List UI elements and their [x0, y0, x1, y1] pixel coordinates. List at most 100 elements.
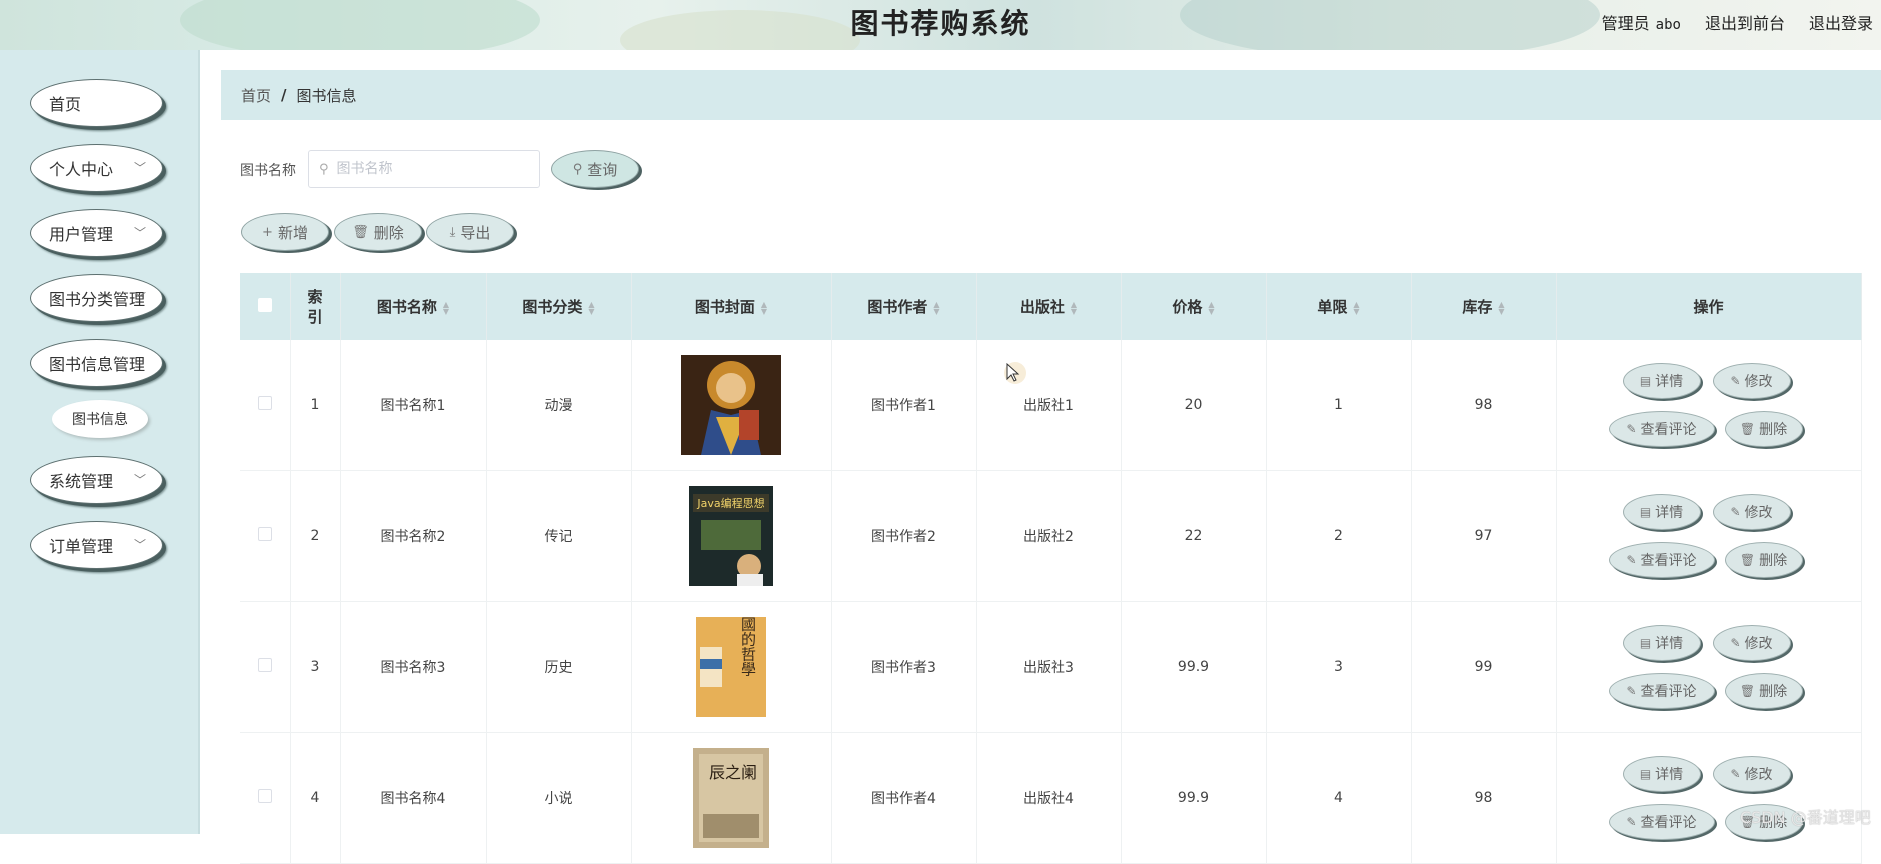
table-row: 4 图书名称4 小说 辰之阑 图书作者4 出版社4 99.9 4 98 ▤ 详情 … [240, 732, 1862, 864]
breadcrumb-home[interactable]: 首页 [241, 85, 271, 106]
edit-button-label: 修改 [1744, 636, 1773, 652]
view-comments-button[interactable]: ✎ 查看评论 [1608, 411, 1715, 447]
column-header-stock[interactable]: 库存 ▲ ▼ [1411, 273, 1557, 340]
row-checkbox[interactable] [257, 527, 272, 541]
row-select-cell[interactable] [240, 340, 291, 471]
sort-icon[interactable]: ▲ ▼ [443, 300, 449, 315]
cell-actions: ▤ 详情 ✎ 修改 ✎ 查看评论 🗑 删除 [1556, 340, 1862, 471]
book-cover-image[interactable] [681, 355, 781, 455]
column-header-cover[interactable]: 图书封面 ▲ ▼ [631, 273, 832, 340]
edit-button[interactable]: ✎ 修改 [1712, 756, 1791, 792]
sidebar: 首页 个人中心 ﹀ 用户管理 ﹀ 图书分类管理 ﹀ 图书信息管理 图书信息 系统管理 ﹀… [0, 50, 200, 834]
row-delete-button[interactable]: 🗑 删除 [1724, 673, 1803, 709]
sidebar-item-book-info[interactable]: 图书信息管理 [30, 339, 163, 387]
sort-icon[interactable]: ▲ ▼ [1208, 300, 1214, 315]
cell-index: 2 [290, 470, 341, 602]
row-checkbox[interactable] [257, 396, 272, 410]
sidebar-item-home[interactable]: 首页 [30, 79, 163, 127]
cell-name: 图书名称4 [340, 732, 487, 864]
detail-button-label: 详情 [1655, 374, 1684, 390]
detail-button[interactable]: ▤ 详情 [1622, 494, 1701, 530]
row-checkbox[interactable] [257, 789, 272, 803]
search-button[interactable]: ⚲ 查询 [551, 150, 639, 188]
delete-button[interactable]: 🗑 删除 [334, 213, 422, 251]
row-select-cell[interactable] [240, 732, 291, 864]
sidebar-item-label: 订单管理 [49, 537, 114, 556]
download-icon: ⤓ [449, 224, 456, 240]
cell-cover: Java编程思想 [631, 470, 832, 602]
search-icon: ⚲ [319, 161, 329, 177]
book-cover-image[interactable]: 中國的哲學 [696, 617, 766, 717]
back-to-frontend-link[interactable]: 退出到前台 [1705, 10, 1785, 34]
row-select-cell[interactable] [240, 470, 291, 602]
view-comments-button[interactable]: ✎ 查看评论 [1608, 804, 1715, 840]
add-button[interactable]: + 新增 [241, 213, 329, 251]
column-header-category[interactable]: 图书分类 ▲ ▼ [486, 273, 632, 340]
sidebar-item-label: 图书信息管理 [49, 355, 146, 374]
detail-button[interactable]: ▤ 详情 [1622, 363, 1701, 399]
sort-icon[interactable]: ▲ ▼ [1071, 300, 1077, 315]
view-comments-button[interactable]: ✎ 查看评论 [1608, 542, 1715, 578]
cover-title: 中國的哲學 [739, 617, 757, 677]
sidebar-item-orders[interactable]: 订单管理 ﹀ [30, 521, 163, 569]
cell-index: 4 [290, 732, 341, 864]
mouse-cursor [1004, 362, 1026, 384]
cell-actions: ▤ 详情 ✎ 修改 ✎ 查看评论 🗑 删除 [1556, 470, 1862, 602]
column-header-name[interactable]: 图书名称 ▲ ▼ [340, 273, 487, 340]
column-header-publisher[interactable]: 出版社 ▲ ▼ [976, 273, 1122, 340]
view-comments-button-label: 查看评论 [1640, 815, 1697, 831]
chevron-down-icon: ﹀ [133, 291, 146, 305]
sidebar-item-user-management[interactable]: 用户管理 ﹀ [30, 209, 163, 257]
export-button[interactable]: ⤓ 导出 [426, 213, 514, 251]
cell-stock: 97 [1411, 470, 1557, 602]
add-button-label: 新增 [277, 223, 308, 242]
sidebar-item-book-category[interactable]: 图书分类管理 ﹀ [30, 274, 163, 322]
row-checkbox[interactable] [257, 658, 272, 672]
document-icon: ▤ [1639, 767, 1652, 781]
detail-button[interactable]: ▤ 详情 [1622, 625, 1701, 661]
sidebar-subitem-label: 图书信息 [72, 412, 128, 428]
book-cover-image[interactable]: Java编程思想 [689, 486, 773, 586]
search-input[interactable] [334, 160, 519, 178]
row-delete-button[interactable]: 🗑 删除 [1724, 542, 1803, 578]
sort-icon[interactable]: ▲ ▼ [1353, 300, 1359, 315]
sort-icon[interactable]: ▲ ▼ [588, 300, 594, 315]
detail-button[interactable]: ▤ 详情 [1622, 756, 1701, 792]
column-header-price[interactable]: 价格 ▲ ▼ [1121, 273, 1267, 340]
sort-icon[interactable]: ▲ ▼ [1498, 300, 1504, 315]
sidebar-item-system[interactable]: 系统管理 ﹀ [30, 456, 163, 504]
select-all-checkbox[interactable] [257, 297, 272, 312]
cell-limit: 3 [1266, 601, 1412, 733]
edit-button[interactable]: ✎ 修改 [1712, 625, 1791, 661]
pencil-icon: ✎ [1626, 684, 1637, 698]
table-row: 1 图书名称1 动漫 图书作者1 出版社1 20 1 98 ▤ 详情 ✎ 修改 … [240, 340, 1862, 471]
column-header-label: 索引 [307, 287, 323, 326]
sort-icon[interactable]: ▲ ▼ [761, 300, 767, 315]
edit-button[interactable]: ✎ 修改 [1712, 494, 1791, 530]
view-comments-button[interactable]: ✎ 查看评论 [1608, 673, 1715, 709]
header-user-menu: 管理员 abo 退出到前台 退出登录 [1602, 10, 1873, 34]
sort-icon[interactable]: ▲ ▼ [933, 300, 939, 315]
cell-author: 图书作者2 [831, 470, 977, 602]
row-delete-button[interactable]: 🗑 删除 [1724, 411, 1803, 447]
book-cover-image[interactable]: 辰之阑 [693, 748, 769, 848]
detail-button-label: 详情 [1655, 505, 1684, 521]
cell-index: 3 [290, 601, 341, 733]
column-header-author[interactable]: 图书作者 ▲ ▼ [831, 273, 977, 340]
select-all-cell[interactable] [240, 273, 291, 340]
edit-button[interactable]: ✎ 修改 [1712, 363, 1791, 399]
sidebar-item-personal-center[interactable]: 个人中心 ﹀ [30, 144, 163, 192]
sidebar-item-label: 首页 [49, 95, 82, 114]
edit-button-label: 修改 [1744, 767, 1773, 783]
cell-limit: 2 [1266, 470, 1412, 602]
pencil-icon: ✎ [1626, 553, 1637, 567]
sidebar-subitem-book-info[interactable]: 图书信息 [52, 400, 148, 438]
row-select-cell[interactable] [240, 601, 291, 733]
search-box[interactable]: ⚲ [308, 150, 540, 188]
cell-cover [631, 340, 832, 471]
column-header-label: 单限 [1317, 298, 1348, 316]
cell-price: 99.9 [1121, 732, 1267, 864]
edit-button-label: 修改 [1744, 505, 1773, 521]
column-header-limit[interactable]: 单限 ▲ ▼ [1266, 273, 1412, 340]
logout-link[interactable]: 退出登录 [1809, 10, 1873, 34]
